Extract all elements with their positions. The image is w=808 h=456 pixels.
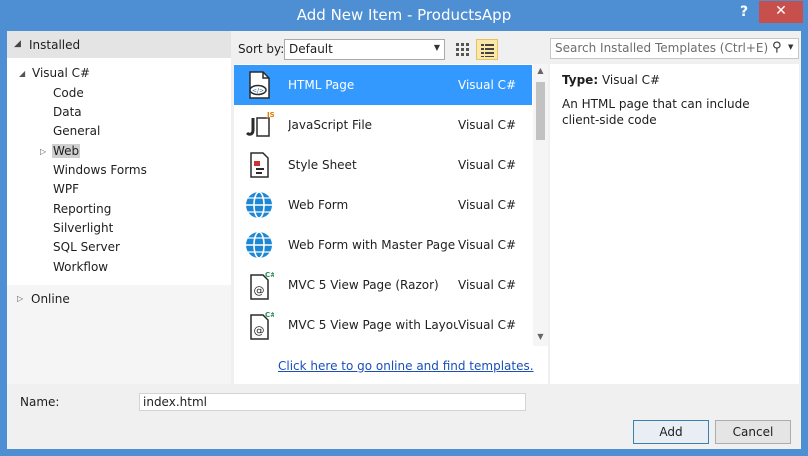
template-name: HTML Page	[288, 78, 355, 92]
svg-text:C#: C#	[265, 271, 274, 279]
dropdown-arrow-icon: ▼	[433, 43, 440, 52]
sort-by-label: Sort by:	[238, 42, 285, 56]
details-view-button[interactable]	[476, 39, 498, 60]
tree-node-windows-forms[interactable]: Windows Forms	[53, 163, 147, 181]
collapsed-arrow-icon[interactable]: ▷	[40, 147, 46, 156]
tree-node-wpf[interactable]: WPF	[53, 182, 79, 200]
globe-icon	[246, 191, 272, 219]
template-description: An HTML page that can include client-sid…	[562, 97, 750, 127]
expanded-arrow-icon[interactable]: ◢	[19, 69, 25, 78]
tree-node-sql-server[interactable]: SQL Server	[53, 240, 120, 258]
html-page-icon: </>	[249, 71, 270, 99]
template-name: MVC 5 View Page (Razor)	[288, 278, 439, 292]
svg-text:@: @	[254, 324, 265, 337]
name-input[interactable]: index.html	[139, 393, 526, 411]
svg-text:</>: </>	[252, 88, 264, 95]
tree-node-code[interactable]: Code	[53, 86, 84, 104]
small-icons-view-button[interactable]	[451, 39, 473, 60]
find-templates-online-link[interactable]: Click here to go online and find templat…	[278, 359, 534, 373]
scroll-down-arrow-icon[interactable]: ▼	[533, 332, 548, 344]
template-details-pane: Type: Visual C# An HTML page that can in…	[550, 64, 799, 384]
template-name: MVC 5 View Page with Layout...	[288, 318, 458, 332]
help-button[interactable]: ?	[734, 4, 754, 24]
scrollbar-thumb[interactable]	[536, 82, 545, 140]
installed-header[interactable]: ◢ Installed	[7, 31, 231, 58]
type-label: Type:	[562, 73, 599, 87]
svg-text:JS: JS	[266, 111, 274, 119]
template-javascript-file[interactable]: JS JavaScript File Visual C#	[234, 105, 532, 145]
template-language: Visual C#	[458, 278, 517, 292]
template-web-form[interactable]: Web Form Visual C#	[234, 185, 532, 225]
style-sheet-icon	[250, 152, 269, 178]
cancel-button[interactable]: Cancel	[715, 420, 791, 444]
type-value: Visual C#	[601, 73, 661, 87]
installed-label: Installed	[29, 38, 81, 52]
type-row: Type: Visual C#	[562, 73, 660, 87]
title-bar: Add New Item - ProductsApp ? ✕	[0, 0, 808, 31]
template-web-form-master-page[interactable]: Web Form with Master Page Visual C#	[234, 225, 532, 265]
tree-node-silverlight[interactable]: Silverlight	[53, 221, 113, 239]
scroll-up-arrow-icon[interactable]: ▲	[533, 66, 548, 78]
template-language: Visual C#	[458, 118, 517, 132]
close-button[interactable]: ✕	[759, 1, 803, 23]
window-title: Add New Item - ProductsApp	[296, 6, 512, 24]
search-templates-input[interactable]: Search Installed Templates (Ctrl+E) ⚲ ▼	[550, 38, 799, 59]
collapse-arrow-icon[interactable]: ◢	[14, 39, 21, 49]
category-tree: ◢ Visual C# Code Data General ▷ Web Wind…	[7, 58, 231, 285]
name-label: Name:	[20, 395, 60, 409]
template-name: JavaScript File	[288, 118, 373, 132]
tree-node-reporting[interactable]: Reporting	[53, 202, 111, 220]
grid-view-icon	[456, 43, 469, 56]
template-mvc5-razor[interactable]: @ C# MVC 5 View Page (Razor) Visual C#	[234, 265, 532, 305]
dropdown-arrow-icon[interactable]: ▼	[788, 43, 793, 51]
tree-node-general[interactable]: General	[53, 124, 100, 142]
sort-by-value: Default	[289, 42, 333, 56]
tree-node-workflow[interactable]: Workflow	[53, 260, 108, 278]
razor-page-icon: @ C#	[250, 271, 274, 300]
category-pane: ◢ Installed ◢ Visual C# Code Data Genera…	[7, 31, 231, 384]
template-language: Visual C#	[458, 318, 517, 332]
search-placeholder: Search Installed Templates (Ctrl+E)	[555, 41, 769, 55]
template-name: Web Form with Master Page	[288, 238, 456, 252]
template-language: Visual C#	[458, 78, 517, 92]
template-language: Visual C#	[458, 158, 517, 172]
template-name: Web Form	[288, 198, 349, 212]
template-html-page[interactable]: </> HTML Page Visual C#	[234, 65, 532, 105]
add-button[interactable]: Add	[633, 420, 709, 444]
svg-text:@: @	[254, 284, 265, 297]
template-mvc5-layout[interactable]: @ C# MVC 5 View Page with Layout... Visu…	[234, 305, 532, 345]
globe-icon	[246, 231, 272, 259]
search-icon[interactable]: ⚲	[772, 40, 782, 55]
template-language: Visual C#	[458, 238, 517, 252]
template-style-sheet[interactable]: Style Sheet Visual C#	[234, 145, 532, 185]
tree-node-data[interactable]: Data	[53, 105, 82, 123]
list-view-icon	[481, 44, 494, 57]
template-name: Style Sheet	[288, 158, 357, 172]
razor-page-icon: @ C#	[250, 311, 274, 340]
svg-text:C#: C#	[265, 311, 274, 319]
collapsed-arrow-icon[interactable]: ▷	[17, 294, 23, 303]
template-list-scrollbar[interactable]: ▲ ▼	[533, 64, 548, 346]
tree-node-online[interactable]: ▷ Online	[7, 290, 231, 310]
javascript-file-icon: JS	[245, 111, 274, 137]
template-list: </> HTML Page Visual C# JS JavaScript Fi…	[234, 64, 548, 384]
sort-by-dropdown[interactable]: Default ▼	[284, 39, 445, 60]
template-language: Visual C#	[458, 198, 517, 212]
